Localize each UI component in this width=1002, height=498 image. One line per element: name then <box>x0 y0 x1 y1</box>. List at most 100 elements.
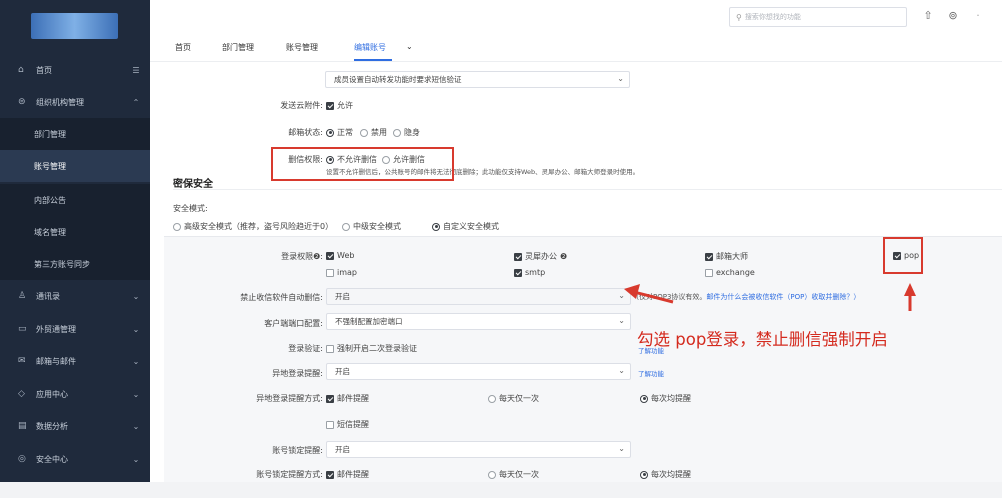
sidebar-item-trade[interactable]: ▭ 外贸通管理 ⌄ <box>0 313 150 345</box>
learn-more-link[interactable]: 了解功能 <box>638 368 664 378</box>
checkbox-checked[interactable] <box>514 252 522 261</box>
tabs-more-icon[interactable]: ⌄ <box>406 42 413 51</box>
sidebar-item-label: 首页 <box>36 65 52 75</box>
sidebar-subitem-label: 部门管理 <box>34 129 66 139</box>
sidebar-subitem-sync[interactable]: 第三方账号同步 <box>0 248 150 280</box>
sidebar-item-label: 安全中心 <box>36 454 68 464</box>
remind-email[interactable]: 邮件提醒 <box>326 393 369 404</box>
help-icon[interactable]: ❷ <box>313 252 320 261</box>
radio-selected[interactable] <box>640 470 648 479</box>
radio-unselected[interactable] <box>342 222 350 231</box>
login-option-label: exchange <box>716 268 755 277</box>
login-option-label: 灵犀办公 <box>525 252 557 261</box>
cloud-attach-option[interactable]: 允许 <box>326 100 353 111</box>
sidebar-item-label: 组织机构管理 <box>36 97 84 107</box>
home-icon: ⌂ <box>18 65 24 75</box>
checkbox-checked[interactable] <box>326 251 334 260</box>
radio-unselected[interactable] <box>488 394 496 403</box>
client-port-select[interactable]: 不强制配置加密端口 ⌄ <box>326 313 631 330</box>
sidebar-item-home[interactable]: ⌂ 首页 ☰ <box>0 54 150 86</box>
security-mode-medium[interactable]: 中级安全模式 <box>342 221 401 232</box>
login-option-label: smtp <box>525 268 546 277</box>
chevron-down-icon: ⌄ <box>132 291 140 301</box>
checkbox-unchecked[interactable] <box>326 420 334 429</box>
remind-option-label: 每天仅一次 <box>499 394 539 403</box>
remind-sms[interactable]: 短信提醒 <box>326 419 369 430</box>
login-option-smtp[interactable]: smtp <box>514 268 545 277</box>
radio-selected[interactable] <box>326 128 334 137</box>
help-icon[interactable]: ⊚ <box>946 9 960 23</box>
checkbox-checked[interactable] <box>514 268 522 277</box>
sidebar-item-mail[interactable]: ✉ 邮箱与邮件 ⌄ <box>0 345 150 377</box>
logo <box>31 13 118 39</box>
sidebar-item-contacts[interactable]: ♙ 通讯录 ⌄ <box>0 280 150 312</box>
search-input[interactable]: ⚲ 搜索你想找的功能 <box>729 7 907 27</box>
tab-edit-account[interactable]: 编辑账号 <box>354 42 386 53</box>
tab-departments[interactable]: 部门管理 <box>222 42 254 53</box>
mailbox-status-normal[interactable]: 正常 <box>326 127 353 138</box>
login-verify-option[interactable]: 强制开启二次登录验证 <box>326 343 417 354</box>
sidebar-item-security[interactable]: ◎ 安全中心 ⌄ <box>0 443 150 475</box>
main-content: 成员设置自动转发功能时要求短信验证 ⌄ 发送云附件: 允许 邮箱状态: 正常 禁… <box>150 62 1002 482</box>
auto-delete-note: （仅对POP3协议有效。邮件为什么会被收信软件（POP）收取并删除？） <box>632 292 860 302</box>
sidebar-item-apps[interactable]: ◇ 应用中心 ⌄ <box>0 378 150 410</box>
sidebar-item-label: 通讯录 <box>36 291 60 301</box>
chevron-down-icon: ⌄ <box>617 74 624 83</box>
checkbox-unchecked[interactable] <box>705 268 713 277</box>
help-icon[interactable]: ❷ <box>560 252 567 261</box>
security-mode-option-label: 高级安全模式（推荐，盗号风险趋近于0） <box>184 222 334 231</box>
checkbox-checked[interactable] <box>705 252 713 261</box>
lock-remind-once-daily[interactable]: 每天仅一次 <box>488 469 539 480</box>
sidebar-subitem-dept[interactable]: 部门管理 <box>0 118 150 150</box>
mailbox-status-hidden[interactable]: 隐身 <box>393 127 420 138</box>
tab-accounts[interactable]: 账号管理 <box>286 42 318 53</box>
radio-unselected[interactable] <box>393 128 401 137</box>
more-icon[interactable]: · <box>971 9 985 23</box>
lock-value: 开启 <box>335 445 350 454</box>
remind-once-daily[interactable]: 每天仅一次 <box>488 393 539 404</box>
divider <box>173 189 1002 190</box>
mailbox-status-disabled[interactable]: 禁用 <box>360 127 387 138</box>
sidebar-item-org[interactable]: ⊜ 组织机构管理 ⌃ <box>0 86 150 118</box>
security-mode-custom[interactable]: 自定义安全模式 <box>432 221 499 232</box>
checkbox-checked[interactable] <box>326 394 334 403</box>
auto-delete-select[interactable]: 开启 ⌄ <box>326 288 631 305</box>
lock-method-label: 账号锁定提醒方式: <box>256 470 323 479</box>
checkbox-checked[interactable] <box>326 101 334 110</box>
sidebar-subitem-notice[interactable]: 内部公告 <box>0 184 150 216</box>
lock-select[interactable]: 开启 ⌄ <box>326 441 631 458</box>
sms-verify-select[interactable]: 成员设置自动转发功能时要求短信验证 ⌄ <box>325 71 630 88</box>
sms-verify-value: 成员设置自动转发功能时要求短信验证 <box>334 75 462 84</box>
lock-remind-every-time[interactable]: 每次均提醒 <box>640 469 691 480</box>
auto-delete-help-link[interactable]: 邮件为什么会被收信软件（POP）收取并删除？） <box>706 293 860 301</box>
remind-option-label: 邮件提醒 <box>337 394 369 403</box>
checkbox-checked[interactable] <box>326 470 334 479</box>
checkbox-unchecked[interactable] <box>326 268 334 277</box>
lock-remind-email[interactable]: 邮件提醒 <box>326 469 369 480</box>
security-mode-advanced[interactable]: 高级安全模式（推荐，盗号风险趋近于0） <box>173 221 333 232</box>
mailbox-status-label: 邮箱状态: <box>288 128 323 137</box>
tab-home[interactable]: 首页 <box>175 42 191 53</box>
login-option-master[interactable]: 邮箱大师 <box>705 251 748 262</box>
sidebar-subitem-accounts[interactable]: 账号管理 <box>0 150 150 182</box>
sidebar-subitem-domain[interactable]: 域名管理 <box>0 216 150 248</box>
upgrade-icon[interactable]: ⇧ <box>921 9 935 23</box>
login-option-web[interactable]: Web <box>326 251 354 260</box>
login-option-imap[interactable]: imap <box>326 268 357 277</box>
remote-login-select[interactable]: 开启 ⌄ <box>326 363 631 380</box>
remind-option-label: 邮件提醒 <box>337 470 369 479</box>
login-option-exchange[interactable]: exchange <box>705 268 755 277</box>
checkbox-unchecked[interactable] <box>326 344 334 353</box>
login-perm-label-text: 登录权限 <box>281 252 314 261</box>
remind-every-time[interactable]: 每次均提醒 <box>640 393 691 404</box>
radio-selected[interactable] <box>432 222 440 231</box>
radio-unselected[interactable] <box>173 222 181 231</box>
menu-icon[interactable]: ☰ <box>122 66 150 75</box>
login-option-lingxi[interactable]: 灵犀办公 ❷ <box>514 251 567 262</box>
radio-unselected[interactable] <box>360 128 368 137</box>
radio-unselected[interactable] <box>488 470 496 479</box>
sidebar-item-analytics[interactable]: ▤ 数据分析 ⌄ <box>0 410 150 442</box>
radio-selected[interactable] <box>640 394 648 403</box>
auto-delete-note-text: 仅对POP3协议有效。 <box>639 293 707 301</box>
sidebar-item-label: 邮箱与邮件 <box>36 356 76 366</box>
